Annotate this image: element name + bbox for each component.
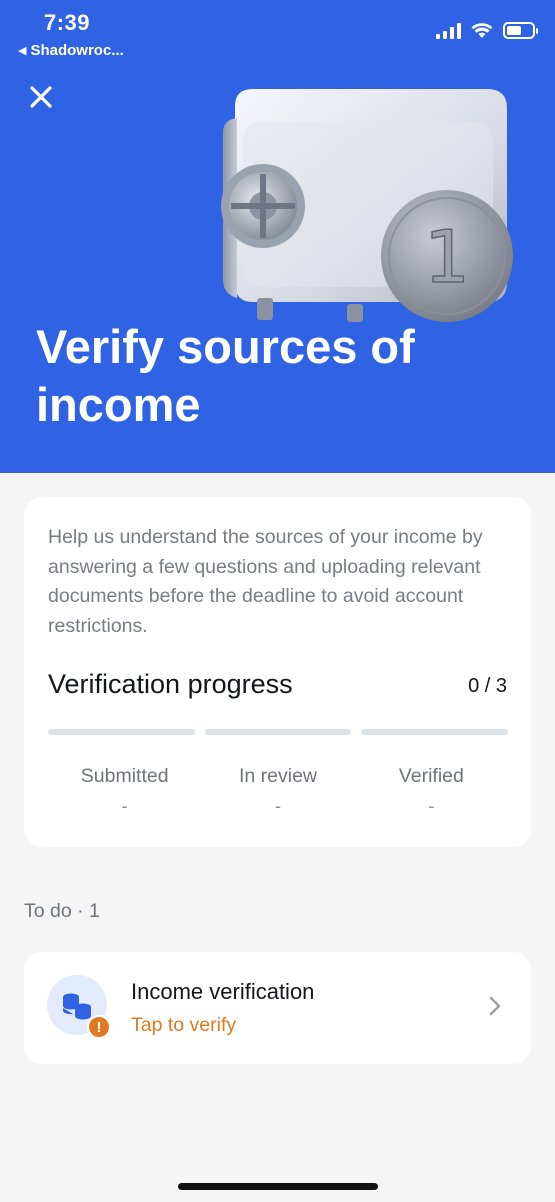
verification-description: Help us understand the sources of your i… [48, 526, 483, 637]
page-title: Verify sources of income [36, 320, 415, 431]
status-bar: 7:39 ◀ Shadowroc... [0, 0, 555, 64]
warning-icon: ! [87, 1015, 111, 1039]
progress-bar-in-review [204, 729, 352, 735]
step-verified: Verified - [355, 764, 508, 817]
todo-header: To do · 1 [24, 900, 100, 922]
safe-illustration: 1 [221, 89, 513, 322]
status-icons [436, 22, 538, 39]
home-indicator[interactable] [178, 1183, 378, 1190]
step-label: Submitted [80, 765, 169, 787]
step-value: - [428, 796, 435, 816]
close-button[interactable] [24, 80, 58, 114]
verification-info-card: Help us understand the sources of your i… [24, 497, 531, 847]
progress-bar-submitted [48, 729, 195, 735]
progress-bars [48, 729, 509, 735]
step-label: Verified [398, 765, 464, 787]
chevron-right-icon [489, 996, 501, 1016]
step-value: - [274, 796, 281, 816]
progress-bar-verified [361, 729, 509, 735]
back-arrow-icon: ◀ [18, 45, 27, 57]
hero-banner: 7:39 ◀ Shadowroc... 1 Verify sources of … [0, 0, 555, 473]
status-time: 7:39 [44, 10, 91, 35]
progress-title: Verification progress [48, 669, 293, 699]
wifi-icon [471, 22, 493, 38]
task-title: Income verification [131, 979, 315, 1004]
income-verification-task[interactable]: ! Income verification Tap to verify [24, 952, 531, 1064]
step-value: - [121, 796, 128, 816]
step-in-review: In review - [201, 764, 354, 817]
progress-steps: Submitted - In review - Verified - [48, 764, 508, 817]
cellular-signal-icon [436, 22, 461, 39]
back-to-app-link[interactable]: ◀ Shadowroc... [18, 42, 124, 59]
coin-digit: 1 [424, 215, 470, 299]
progress-count: 0 / 3 [468, 675, 507, 697]
step-submitted: Submitted - [48, 764, 201, 817]
battery-icon [503, 22, 538, 39]
step-label: In review [238, 765, 317, 787]
close-icon [30, 86, 52, 108]
back-app-label: Shadowroc... [30, 42, 124, 59]
task-subtitle: Tap to verify [131, 1014, 237, 1036]
